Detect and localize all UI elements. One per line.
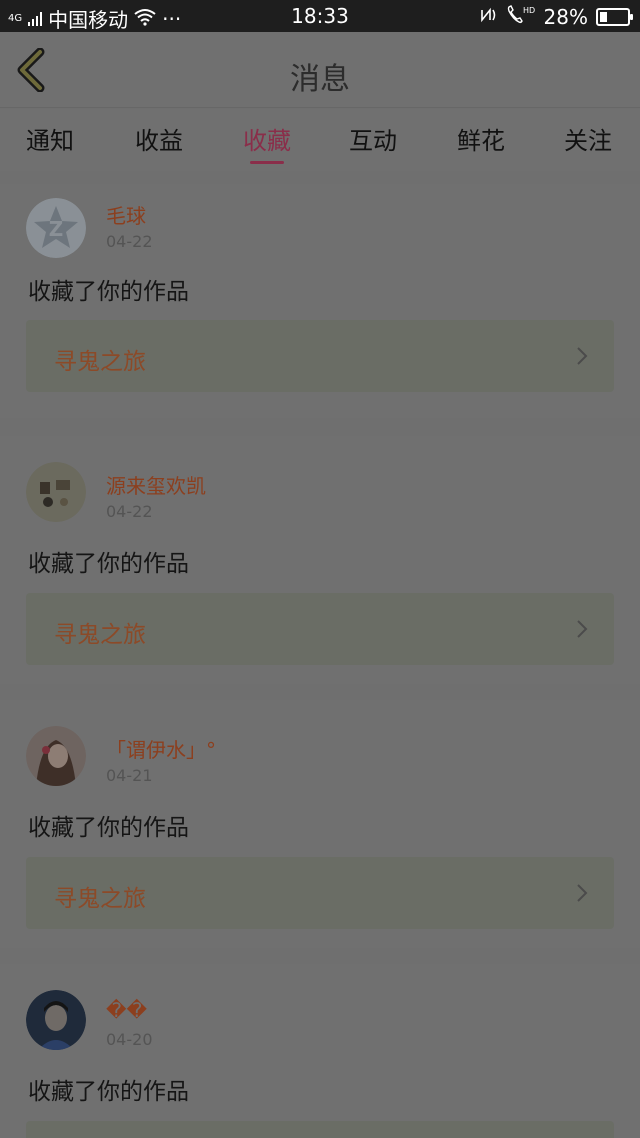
- work-link[interactable]: [26, 1121, 614, 1138]
- user-photo-icon: [26, 726, 86, 786]
- message-card: Z 毛球 04-22 收藏了你的作品 寻鬼之旅: [0, 184, 640, 418]
- tab-favorites[interactable]: 收藏: [213, 121, 321, 156]
- default-avatar-icon: Z: [26, 198, 86, 258]
- signal-icon: [28, 7, 43, 31]
- message-card: 源来玺欢凯 04-22 收藏了你的作品 寻鬼之旅: [0, 436, 640, 684]
- username[interactable]: ��: [106, 998, 147, 1022]
- username[interactable]: 毛球: [106, 200, 146, 229]
- avatar[interactable]: Z: [26, 198, 86, 258]
- header: 消息: [0, 32, 640, 108]
- user-photo-icon: [26, 462, 86, 522]
- svg-text:HD: HD: [523, 6, 535, 15]
- work-link[interactable]: 寻鬼之旅: [26, 857, 614, 929]
- work-link[interactable]: 寻鬼之旅: [26, 593, 614, 665]
- tab-flowers[interactable]: 鲜花: [427, 121, 535, 156]
- avatar[interactable]: [26, 726, 86, 786]
- action-text: 收藏了你的作品: [28, 551, 189, 577]
- nfc-icon: [478, 5, 498, 29]
- work-title: 寻鬼之旅: [54, 349, 146, 375]
- battery-percent: 28%: [543, 4, 588, 29]
- tab-earnings[interactable]: 收益: [105, 121, 213, 156]
- username[interactable]: 源来玺欢凯: [106, 470, 206, 499]
- message-card: �� 04-20 收藏了你的作品: [0, 964, 640, 1138]
- status-left: 4G 中国移动 ···: [8, 4, 181, 33]
- user-photo-icon: [26, 990, 86, 1050]
- message-date: 04-22: [106, 232, 153, 251]
- work-link[interactable]: 寻鬼之旅: [26, 320, 614, 392]
- work-title: 寻鬼之旅: [54, 622, 146, 648]
- battery-icon: [596, 7, 633, 26]
- message-card: 「谓伊水」° 04-21 收藏了你的作品 寻鬼之旅: [0, 700, 640, 948]
- network-badge: 4G: [8, 12, 23, 24]
- chevron-right-icon: [577, 884, 588, 902]
- avatar[interactable]: [26, 990, 86, 1050]
- more-indicator: ···: [162, 6, 182, 31]
- tab-notifications[interactable]: 通知: [0, 121, 104, 156]
- avatar[interactable]: [26, 462, 86, 522]
- hd-call-icon: HD: [506, 4, 536, 29]
- action-text: 收藏了你的作品: [28, 815, 189, 841]
- username[interactable]: 「谓伊水」°: [106, 734, 216, 763]
- chevron-right-icon: [577, 620, 588, 638]
- message-date: 04-20: [106, 1030, 153, 1049]
- status-bar: 4G 中国移动 ··· 18:33 HD 28%: [0, 0, 640, 32]
- tab-bar: 通知 收益 收藏 互动 鲜花 关注: [0, 109, 640, 171]
- chevron-right-icon: [577, 347, 588, 365]
- action-text: 收藏了你的作品: [28, 279, 189, 305]
- status-right: HD 28%: [478, 4, 633, 29]
- tab-interactions[interactable]: 互动: [319, 121, 427, 156]
- action-text: 收藏了你的作品: [28, 1079, 189, 1105]
- work-title: 寻鬼之旅: [54, 886, 146, 912]
- active-tab-indicator: [250, 161, 284, 164]
- wifi-icon: [134, 7, 156, 31]
- svg-text:Z: Z: [49, 217, 64, 241]
- tab-follows[interactable]: 关注: [534, 121, 640, 156]
- message-date: 04-21: [106, 766, 153, 785]
- message-date: 04-22: [106, 502, 153, 521]
- page-title: 消息: [290, 62, 350, 97]
- carrier-name: 中国移动: [48, 8, 129, 32]
